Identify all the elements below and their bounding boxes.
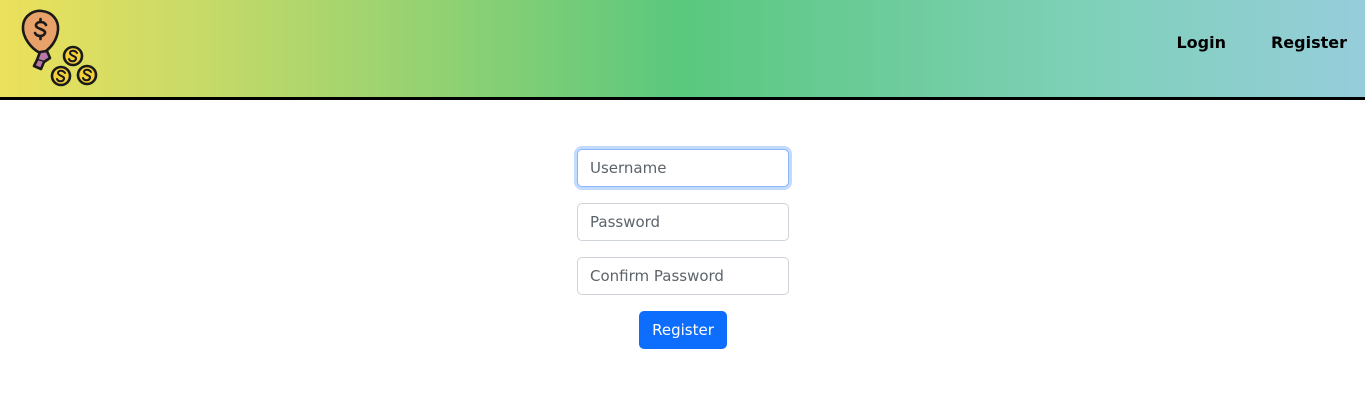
username-input[interactable]	[577, 149, 789, 187]
nav-login-link[interactable]: Login	[1176, 33, 1226, 52]
password-input[interactable]	[577, 203, 789, 241]
confirm-password-input[interactable]	[577, 257, 789, 295]
navbar: Login Register	[0, 0, 1365, 100]
money-bag-coins-icon[interactable]	[20, 8, 102, 90]
nav-links: Login Register	[1176, 31, 1365, 53]
nav-register-link[interactable]: Register	[1271, 33, 1347, 52]
register-button[interactable]: Register	[639, 311, 727, 349]
submit-wrapper: Register	[577, 311, 789, 349]
register-form: Register	[577, 149, 789, 349]
